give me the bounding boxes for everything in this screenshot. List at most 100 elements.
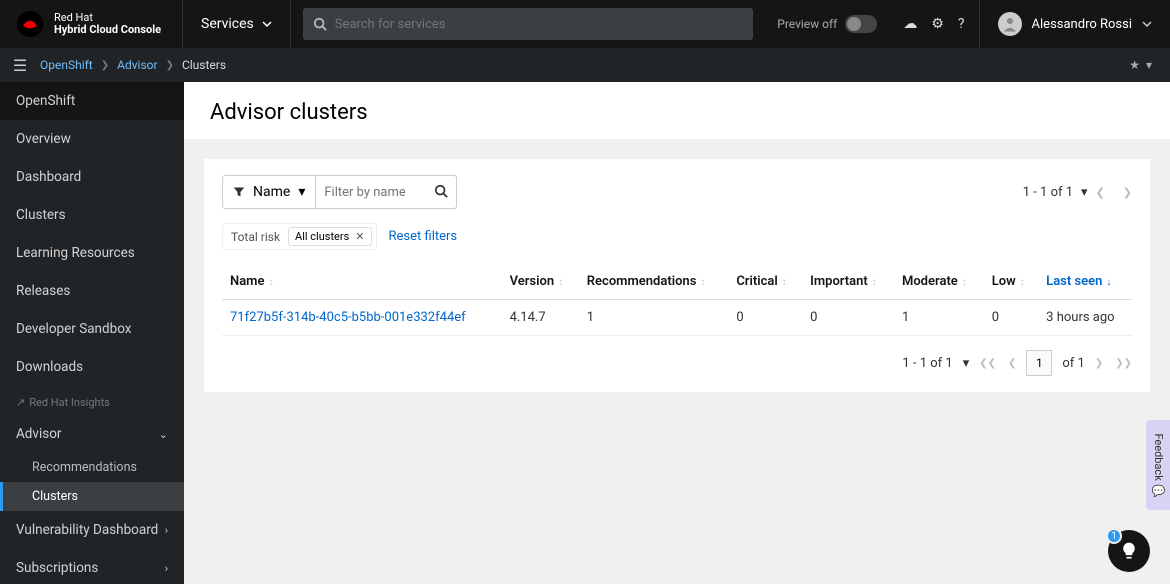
caret-down-icon: [262, 19, 272, 29]
sidebar-item-releases[interactable]: Releases: [0, 272, 184, 310]
next-page-icon[interactable]: ❯: [1095, 358, 1103, 369]
preview-label: Preview off: [777, 17, 837, 31]
brand-text: Red Hat Hybrid Cloud Console: [54, 12, 161, 36]
feedback-tab[interactable]: 💬 Feedback: [1146, 420, 1170, 510]
pagination-top: 1 - 1 of 1 ▾ ❮ ❯: [1023, 185, 1132, 200]
cell-version: 4.14.7: [502, 300, 579, 336]
next-page-icon[interactable]: ❯: [1123, 186, 1132, 199]
clusters-table: Name↕ Version↕ Recommendations↕ Critical…: [222, 264, 1132, 336]
avatar: [998, 12, 1022, 36]
notifications-icon[interactable]: ☁: [903, 16, 917, 32]
breadcrumb-link[interactable]: OpenShift: [40, 58, 93, 72]
chevron-right-icon: ❯: [166, 60, 174, 71]
last-page-icon[interactable]: ❯❯: [1115, 358, 1132, 369]
brand-logo[interactable]: Red Hat Hybrid Cloud Console: [0, 10, 182, 38]
content: Advisor clusters Name ▾ 1 - 1 of: [184, 82, 1170, 584]
user-menu[interactable]: Alessandro Rossi: [979, 0, 1170, 48]
sort-icon: ↕: [268, 277, 273, 288]
filter-input-group: [316, 175, 457, 209]
pagination-range: 1 - 1 of 1: [1023, 185, 1073, 200]
breadcrumb-current: Clusters: [182, 58, 226, 72]
sidebar: OpenShift Overview Dashboard Clusters Le…: [0, 82, 184, 584]
search-icon: [313, 17, 327, 31]
clusters-card: Name ▾ 1 - 1 of 1 ▾ ❮ ❯: [204, 159, 1150, 392]
th-moderate[interactable]: Moderate↕: [894, 264, 984, 300]
page-of-label: of 1: [1062, 356, 1084, 371]
th-critical[interactable]: Critical↕: [728, 264, 802, 300]
chevron-down-icon: ⌄: [159, 428, 168, 441]
chevron-right-icon: ›: [165, 524, 168, 537]
search-icon[interactable]: [434, 183, 448, 202]
sort-desc-icon: ↓: [1106, 277, 1111, 288]
filter-icon: [233, 186, 245, 198]
page-title: Advisor clusters: [184, 82, 1170, 139]
sidebar-item-learning[interactable]: Learning Resources: [0, 234, 184, 272]
filter-chip-group: Total risk All clusters ✕: [222, 223, 377, 250]
cell-recommendations: 1: [579, 300, 729, 336]
filter-input[interactable]: [324, 185, 434, 200]
th-important[interactable]: Important↕: [802, 264, 894, 300]
search-input[interactable]: [335, 17, 743, 32]
sidebar-item-downloads[interactable]: Downloads: [0, 348, 184, 386]
arrow-icon: ↗: [16, 396, 25, 409]
caret-down-icon[interactable]: ▾: [1081, 185, 1088, 200]
sidebar-item-dashboard[interactable]: Dashboard: [0, 158, 184, 196]
sidebar-item-clusters[interactable]: Clusters: [0, 196, 184, 234]
favorites-menu[interactable]: ★ ▾: [1129, 58, 1170, 72]
sort-icon: ↕: [872, 277, 877, 288]
breadcrumb: OpenShift ❯ Advisor ❯ Clusters: [40, 58, 226, 72]
th-name[interactable]: Name↕: [222, 264, 502, 300]
cell-important: 0: [802, 300, 894, 336]
preview-toggle-group: Preview off: [765, 15, 889, 33]
prev-page-icon[interactable]: ❮: [1096, 186, 1105, 199]
cell-last-seen: 3 hours ago: [1038, 300, 1132, 336]
user-name: Alessandro Rossi: [1032, 17, 1132, 32]
table-row: 71f27b5f-314b-40c5-b5bb-001e332f44ef 4.1…: [222, 300, 1132, 336]
sidebar-sub-recommendations[interactable]: Recommendations: [0, 453, 184, 482]
sidebar-section-insights: ↗Red Hat Insights: [0, 386, 184, 415]
sidebar-sub-clusters[interactable]: Clusters: [0, 482, 184, 511]
toolbar: Name ▾ 1 - 1 of 1 ▾ ❮ ❯: [222, 175, 1132, 209]
filter-attribute-dropdown[interactable]: Name ▾: [222, 175, 316, 209]
help-icon[interactable]: ?: [958, 16, 965, 32]
redhat-icon: [16, 10, 44, 38]
chevron-right-icon: ❯: [101, 60, 109, 71]
caret-down-icon[interactable]: ▾: [963, 356, 970, 371]
th-low[interactable]: Low↕: [984, 264, 1038, 300]
prev-page-icon[interactable]: ❮: [1008, 358, 1016, 369]
search-wrap: [291, 8, 765, 40]
breadcrumb-link[interactable]: Advisor: [117, 58, 157, 72]
lightbulb-icon: [1119, 541, 1139, 561]
caret-down-icon: ▾: [1146, 58, 1152, 72]
sidebar-item-advisor[interactable]: Advisor ⌄: [0, 415, 184, 453]
cluster-link[interactable]: 71f27b5f-314b-40c5-b5bb-001e332f44ef: [230, 310, 466, 325]
chip-category: Total risk: [231, 230, 280, 244]
nav-toggle-icon[interactable]: ☰: [0, 56, 40, 75]
reset-filters-link[interactable]: Reset filters: [389, 229, 458, 244]
sidebar-item-overview[interactable]: Overview: [0, 120, 184, 158]
sort-icon: ↕: [558, 277, 563, 288]
sort-icon: ↕: [1020, 277, 1025, 288]
sidebar-item-vulnerability[interactable]: Vulnerability Dashboard ›: [0, 511, 184, 549]
cell-low: 0: [984, 300, 1038, 336]
sidebar-item-subscriptions[interactable]: Subscriptions ›: [0, 549, 184, 584]
th-version[interactable]: Version↕: [502, 264, 579, 300]
caret-down-icon: [1142, 19, 1152, 29]
sidebar-item-sandbox[interactable]: Developer Sandbox: [0, 310, 184, 348]
help-fab[interactable]: 1: [1108, 530, 1150, 572]
preview-toggle[interactable]: [845, 15, 877, 33]
first-page-icon[interactable]: ❮❮: [979, 358, 996, 369]
chip-close-icon[interactable]: ✕: [355, 230, 364, 243]
sort-icon: ↕: [782, 277, 787, 288]
sidebar-item-openshift[interactable]: OpenShift: [0, 82, 184, 120]
settings-icon[interactable]: ⚙: [931, 16, 944, 32]
sort-icon: ↕: [700, 277, 705, 288]
filter-chip: All clusters ✕: [288, 227, 371, 246]
page-number-input[interactable]: [1026, 350, 1052, 376]
global-search[interactable]: [303, 8, 753, 40]
services-dropdown[interactable]: Services: [182, 0, 291, 48]
star-icon: ★: [1129, 58, 1140, 72]
cell-critical: 0: [728, 300, 802, 336]
th-recommendations[interactable]: Recommendations↕: [579, 264, 729, 300]
th-last-seen[interactable]: Last seen↓: [1038, 264, 1132, 300]
